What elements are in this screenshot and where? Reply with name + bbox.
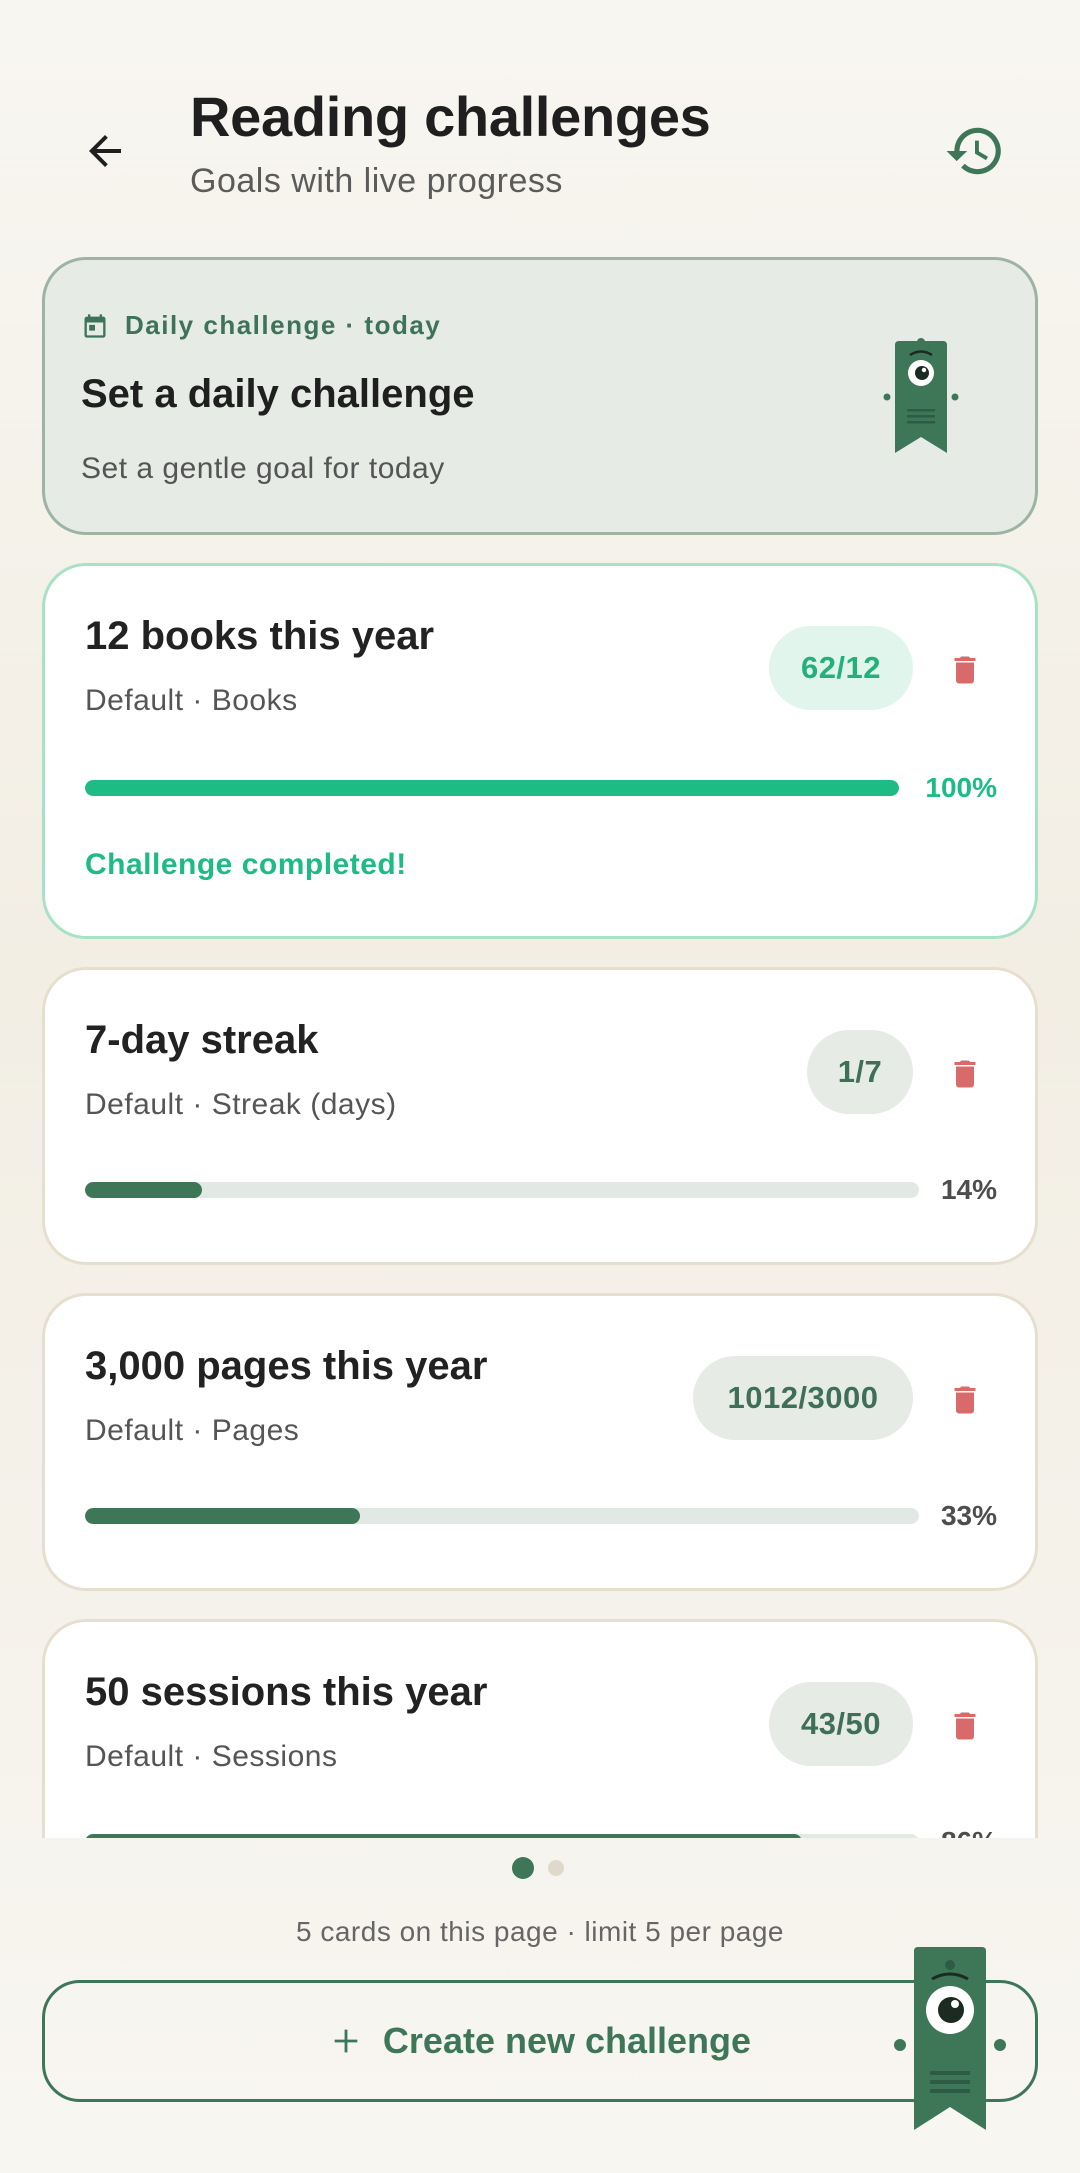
create-challenge-button[interactable]: Create new challenge [42,1980,1038,2102]
progress-fill [85,780,899,796]
challenge-meta: Default · Sessions [85,1740,338,1773]
page-info: 5 cards on this page · limit 5 per page [296,1916,784,1947]
progress-fill [85,1508,361,1524]
challenge-title: 3,000 pages this year [85,1344,488,1388]
bookmark-mascot-icon [883,338,959,453]
app-header: Reading challenges Goals with live progr… [0,0,1080,240]
challenge-meta: Default · Streak (days) [85,1088,397,1121]
daily-title: Set a daily challenge [81,372,475,416]
back-button[interactable] [72,118,138,184]
page-title: Reading challenges [190,85,711,148]
page-subtitle: Goals with live progress [190,162,563,200]
progress-percent: 100% [925,772,997,803]
plus-icon [334,2029,358,2053]
completion-status: Challenge completed! [85,848,407,881]
page-dot[interactable] [548,1860,564,1876]
progress-bar [85,1508,919,1524]
delete-icon[interactable] [947,1708,983,1744]
progress-percent: 33% [940,1500,997,1531]
challenge-card[interactable]: 3,000 pages this year Default · Pages 10… [42,1293,1038,1591]
progress-bar [85,780,899,796]
progress-percent: 86% [941,1826,997,1838]
challenge-list[interactable]: 12 books this year Default · Books 62/12… [0,540,1080,1838]
challenge-title: 12 books this year [85,614,435,658]
delete-icon[interactable] [947,1056,983,1092]
progress-percent: 14% [940,1174,997,1205]
page-indicator[interactable] [512,1857,564,1879]
challenge-title: 7-day streak [85,1018,319,1062]
challenge-count-badge: 43/50 [769,1682,913,1766]
history-icon [946,127,1001,175]
page-dot-active[interactable] [512,1857,534,1879]
challenge-count-badge: 1012/3000 [693,1356,913,1440]
challenge-count-badge: 1/7 [807,1030,913,1114]
challenge-card[interactable]: 7-day streak Default · Streak (days) 1/7… [42,967,1038,1265]
daily-challenge-card[interactable]: Daily challenge · today Set a daily chal… [42,257,1038,535]
daily-kicker: Daily challenge · today [81,310,441,341]
delete-icon[interactable] [947,1382,983,1418]
challenge-card[interactable]: 12 books this year Default · Books 62/12… [42,563,1038,939]
daily-kicker-label: Daily challenge · today [125,310,442,340]
progress-fill [85,1182,202,1198]
bookmark-mascot-icon [894,1947,1006,2130]
calendar-icon [84,313,106,338]
arrow-left-icon [89,135,121,167]
progress-fill [85,1834,803,1838]
progress-bar [85,1182,919,1198]
progress-bar [85,1834,919,1838]
daily-subtitle: Set a gentle goal for today [81,452,445,485]
challenge-card[interactable]: 50 sessions this year Default · Sessions… [42,1619,1038,1838]
delete-icon[interactable] [947,652,983,688]
create-challenge-label: Create new challenge [382,2020,752,2061]
challenge-meta: Default · Pages [85,1414,300,1447]
challenge-title: 50 sessions this year [85,1670,488,1714]
challenge-count-badge: 62/12 [769,626,913,710]
challenge-meta: Default · Books [85,684,298,717]
history-button[interactable] [940,116,1010,186]
